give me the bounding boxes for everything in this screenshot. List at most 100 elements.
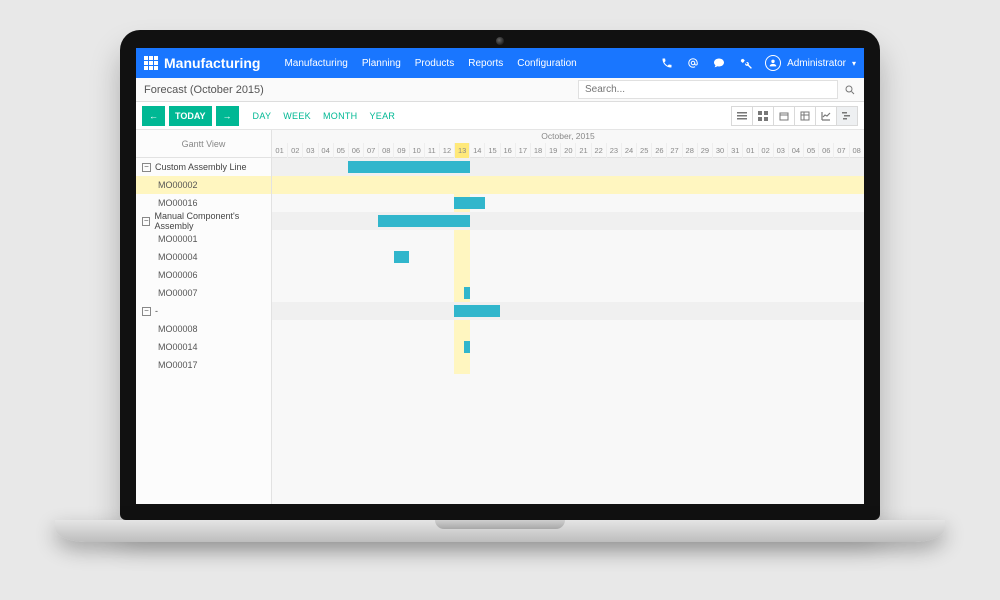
gantt-day-cell: 31 xyxy=(727,143,742,158)
collapse-icon[interactable]: − xyxy=(142,307,151,316)
gantt-row xyxy=(272,230,864,248)
gantt-row xyxy=(272,194,864,212)
gantt-day-cell: 06 xyxy=(348,143,363,158)
gantt-bar[interactable] xyxy=(394,251,409,263)
gantt-bar[interactable] xyxy=(454,305,500,317)
gantt-day-cell: 23 xyxy=(606,143,621,158)
gantt-chart: Gantt View −Custom Assembly LineMO00002M… xyxy=(136,130,864,504)
view-list-icon[interactable] xyxy=(731,106,753,126)
gantt-day-cell: 08 xyxy=(378,143,393,158)
gantt-item-mo00008[interactable]: MO00008 xyxy=(136,320,271,338)
chevron-down-icon: ▾ xyxy=(852,59,856,68)
gantt-row xyxy=(272,356,864,374)
gantt-day-cell: 01 xyxy=(742,143,757,158)
gantt-day-cell: 28 xyxy=(682,143,697,158)
nav-menu-reports[interactable]: Reports xyxy=(468,58,503,69)
next-button[interactable]: → xyxy=(216,106,239,126)
subheader: Forecast (October 2015) xyxy=(136,78,864,102)
scale-switcher: DAY WEEK MONTH YEAR xyxy=(253,111,396,121)
gantt-day-cell: 01 xyxy=(272,143,287,158)
gantt-day-cell: 13 xyxy=(454,143,469,158)
gantt-day-cell: 29 xyxy=(697,143,712,158)
today-button[interactable]: TODAY xyxy=(169,106,212,126)
gantt-day-cell: 25 xyxy=(636,143,651,158)
gantt-group-custom-assembly-line[interactable]: −Custom Assembly Line xyxy=(136,158,271,176)
gantt-left-header: Gantt View xyxy=(136,130,271,158)
gantt-item-mo00001[interactable]: MO00001 xyxy=(136,230,271,248)
gantt-item-mo00016[interactable]: MO00016 xyxy=(136,194,271,212)
gantt-day-cell: 03 xyxy=(773,143,788,158)
search-input[interactable] xyxy=(578,80,838,99)
gantt-group--[interactable]: −- xyxy=(136,302,271,320)
chat-icon[interactable] xyxy=(713,57,725,69)
gantt-group-row xyxy=(272,302,864,320)
prev-button[interactable]: ← xyxy=(142,106,165,126)
view-kanban-icon[interactable] xyxy=(752,106,774,126)
gantt-day-cell: 30 xyxy=(712,143,727,158)
gantt-item-mo00007[interactable]: MO00007 xyxy=(136,284,271,302)
nav-user-name: Administrator xyxy=(787,58,846,69)
gantt-group-manual-component-s-assembly[interactable]: −Manual Component's Assembly xyxy=(136,212,271,230)
gantt-day-cell: 15 xyxy=(484,143,499,158)
gantt-day-cell: 09 xyxy=(393,143,408,158)
nav-menu-manufacturing[interactable]: Manufacturing xyxy=(284,58,347,69)
gantt-day-cell: 19 xyxy=(545,143,560,158)
gantt-item-mo00002[interactable]: MO00002 xyxy=(136,176,271,194)
gantt-day-cell: 22 xyxy=(591,143,606,158)
scale-month[interactable]: MONTH xyxy=(323,111,358,121)
nav-menu-planning[interactable]: Planning xyxy=(362,58,401,69)
nav-menu-products[interactable]: Products xyxy=(415,58,454,69)
gantt-row xyxy=(272,266,864,284)
gantt-row xyxy=(272,338,864,356)
gantt-timeline[interactable]: October, 2015 01020304050607080910111213… xyxy=(272,130,864,504)
scale-week[interactable]: WEEK xyxy=(283,111,311,121)
collapse-icon[interactable]: − xyxy=(142,217,150,226)
gantt-day-cell: 12 xyxy=(439,143,454,158)
phone-icon[interactable] xyxy=(661,57,673,69)
view-graph-icon[interactable] xyxy=(815,106,837,126)
gantt-day-cell: 03 xyxy=(302,143,317,158)
at-icon[interactable] xyxy=(687,57,699,69)
navbar: Manufacturing Manufacturing Planning Pro… xyxy=(136,48,864,78)
app-title: Manufacturing xyxy=(164,55,260,71)
gantt-bar[interactable] xyxy=(378,215,469,227)
gantt-day-cell: 07 xyxy=(833,143,848,158)
view-pivot-icon[interactable] xyxy=(794,106,816,126)
gantt-row xyxy=(272,176,864,194)
search-icon[interactable] xyxy=(844,84,856,96)
gantt-item-mo00014[interactable]: MO00014 xyxy=(136,338,271,356)
gantt-day-cell: 11 xyxy=(424,143,439,158)
gantt-left-panel: Gantt View −Custom Assembly LineMO00002M… xyxy=(136,130,272,504)
gantt-day-cell: 24 xyxy=(621,143,636,158)
nav-menu: Manufacturing Planning Products Reports … xyxy=(284,58,576,69)
gantt-day-cell: 02 xyxy=(287,143,302,158)
gantt-days-header: 0102030405060708091011121314151617181920… xyxy=(272,143,864,158)
laptop-notch xyxy=(435,520,565,529)
gantt-bar[interactable] xyxy=(464,287,470,299)
gantt-bar[interactable] xyxy=(348,161,470,173)
collapse-icon[interactable]: − xyxy=(142,163,151,172)
camera-dot xyxy=(496,37,504,45)
gantt-bar[interactable] xyxy=(464,341,470,353)
gantt-day-cell: 20 xyxy=(560,143,575,158)
gantt-day-cell: 16 xyxy=(500,143,515,158)
gantt-bar[interactable] xyxy=(454,197,484,209)
scale-year[interactable]: YEAR xyxy=(369,111,395,121)
tools-icon[interactable] xyxy=(739,57,751,69)
gantt-day-cell: 14 xyxy=(469,143,484,158)
nav-menu-configuration[interactable]: Configuration xyxy=(517,58,576,69)
view-calendar-icon[interactable] xyxy=(773,106,795,126)
nav-user[interactable]: Administrator ▾ xyxy=(765,55,856,71)
gantt-item-mo00006[interactable]: MO00006 xyxy=(136,266,271,284)
view-gantt-icon[interactable] xyxy=(836,106,858,126)
apps-grid-icon[interactable] xyxy=(144,56,158,70)
gantt-day-cell: 07 xyxy=(363,143,378,158)
view-switcher xyxy=(732,106,858,126)
user-avatar-icon xyxy=(765,55,781,71)
scale-day[interactable]: DAY xyxy=(253,111,272,121)
gantt-row xyxy=(272,284,864,302)
gantt-item-mo00017[interactable]: MO00017 xyxy=(136,356,271,374)
gantt-day-cell: 08 xyxy=(849,143,864,158)
gantt-item-mo00004[interactable]: MO00004 xyxy=(136,248,271,266)
control-row: ← TODAY → DAY WEEK MONTH YEAR xyxy=(136,102,864,130)
